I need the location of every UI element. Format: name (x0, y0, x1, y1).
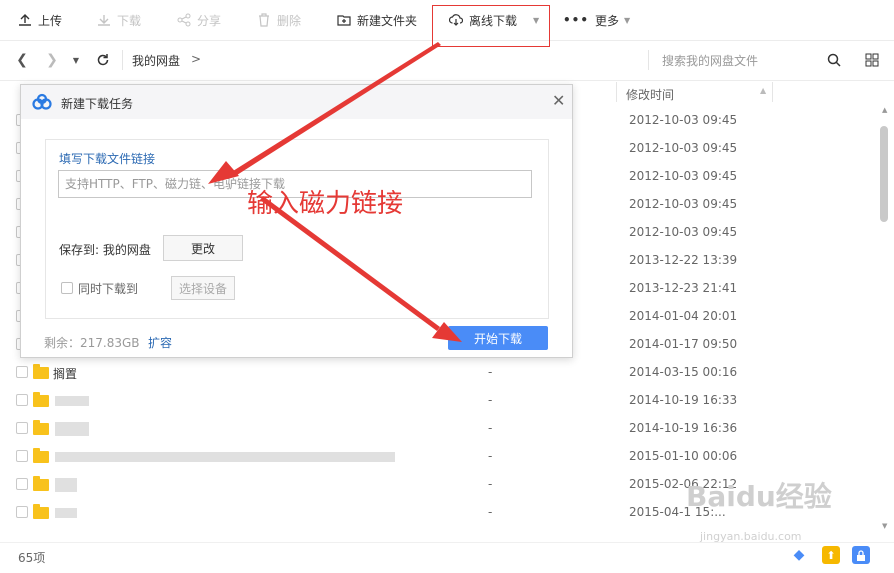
annotation-text: 输入磁力链接 (247, 189, 404, 219)
arrow-to-input-head (208, 161, 239, 184)
annotation-arrows (208, 42, 462, 342)
arrow-to-input (233, 42, 441, 175)
